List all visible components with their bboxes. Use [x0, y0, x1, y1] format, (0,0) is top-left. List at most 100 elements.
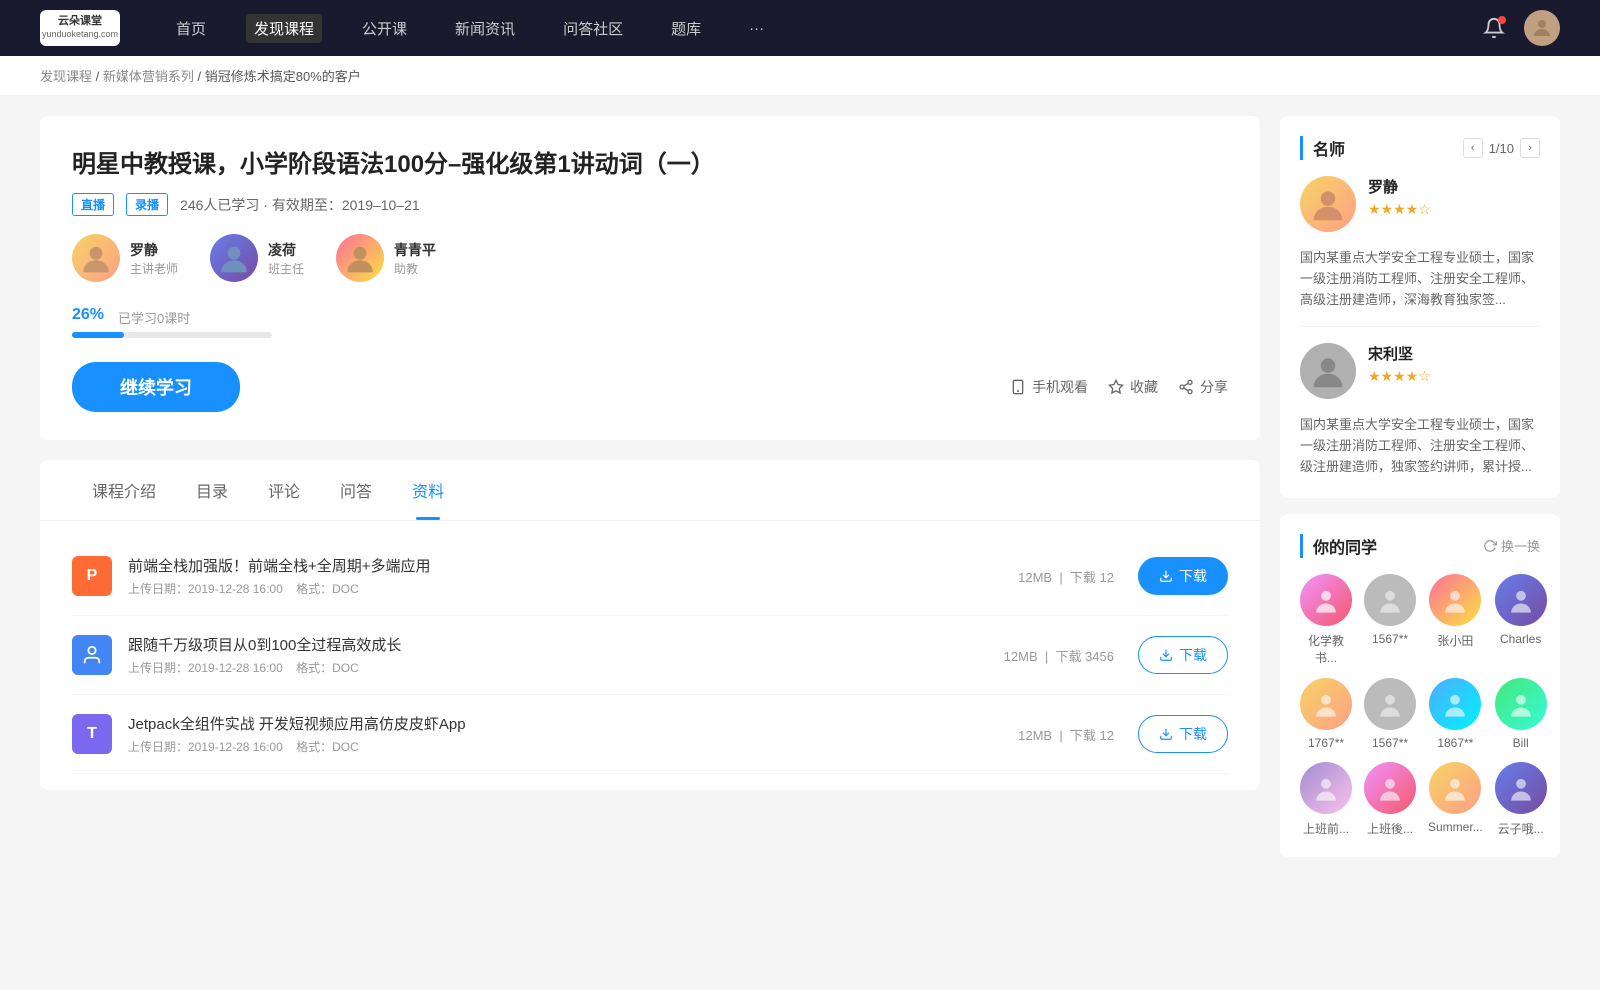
- resource-meta-2: 上传日期：2019-12-28 16:00 格式：DOC: [128, 738, 1018, 755]
- action-links: 手机观看 收藏 分享: [1010, 377, 1228, 397]
- classmate-avatar-2[interactable]: [1429, 574, 1481, 626]
- nav-icons: [1480, 10, 1560, 46]
- teacher-item-0: 罗静 主讲老师: [72, 234, 178, 282]
- pagination-prev[interactable]: ‹: [1463, 138, 1483, 158]
- classmate-1: 1567**: [1364, 574, 1416, 666]
- resource-stats-2: 12MB | 下载 12: [1018, 725, 1114, 744]
- navbar: 云朵课堂yunduoketang.com 首页 发现课程 公开课 新闻资讯 问答…: [0, 0, 1600, 56]
- teacher-name-2: 青青平: [394, 240, 436, 260]
- notification-dot: [1498, 16, 1506, 24]
- classmate-11: 云子哦...: [1495, 762, 1547, 837]
- resource-name-0: 前端全栈加强版！前端全栈+全周期+多端应用: [128, 555, 1018, 576]
- nav-item-more[interactable]: ···: [741, 16, 772, 41]
- collect-link[interactable]: 收藏: [1108, 377, 1158, 397]
- classmate-0: 化学教书...: [1300, 574, 1352, 666]
- progress-bar-fill: [72, 332, 124, 338]
- teacher-role-0: 主讲老师: [130, 260, 178, 277]
- classmate-avatar-11[interactable]: [1495, 762, 1547, 814]
- classmate-name-6: 1867**: [1437, 736, 1473, 750]
- nav-item-problems[interactable]: 题库: [663, 14, 709, 43]
- download-button-1[interactable]: 下载: [1138, 636, 1228, 674]
- tab-resources[interactable]: 资料: [392, 460, 464, 520]
- classmate-name-8: 上班前...: [1303, 820, 1349, 837]
- sidebar-teacher-stars-0: ★★★★☆: [1368, 201, 1431, 218]
- share-label: 分享: [1200, 377, 1228, 397]
- user-avatar-nav[interactable]: [1524, 10, 1560, 46]
- classmate-avatar-8[interactable]: [1300, 762, 1352, 814]
- course-card: 明星中教授课，小学阶段语法100分–强化级第1讲动词（一） 直播 录播 246人…: [40, 116, 1260, 440]
- teachers-pagination: ‹ 1/10 ›: [1463, 138, 1540, 158]
- classmate-3: Charles: [1495, 574, 1547, 666]
- download-button-0[interactable]: 下载: [1138, 557, 1228, 595]
- sidebar-classmates-card: 你的同学 换一换 化学教书...: [1280, 514, 1560, 857]
- classmate-2: 张小田: [1428, 574, 1483, 666]
- classmates-header: 你的同学 换一换: [1300, 534, 1540, 558]
- nav-item-qa[interactable]: 问答社区: [555, 14, 631, 43]
- sidebar-teacher-stars-1: ★★★★☆: [1368, 368, 1431, 385]
- sidebar-teacher-1: 宋利坚 ★★★★☆: [1300, 343, 1540, 399]
- logo-text: 云朵课堂yunduoketang.com: [42, 15, 118, 41]
- classmate-avatar-7[interactable]: [1495, 678, 1547, 730]
- sidebar-teacher-name-0: 罗静: [1368, 176, 1431, 197]
- collect-label: 收藏: [1130, 377, 1158, 397]
- classmate-avatar-0[interactable]: [1300, 574, 1352, 626]
- classmate-avatar-6[interactable]: [1429, 678, 1481, 730]
- sidebar-teachers-card: 名师 ‹ 1/10 › 罗静 ★★★★☆ 国内某重点大学安全工程专业硕士，国家一…: [1280, 116, 1560, 498]
- resource-list: P 前端全栈加强版！前端全栈+全周期+多端应用 上传日期：2019-12-28 …: [40, 521, 1260, 790]
- classmate-name-9: 上班後...: [1367, 820, 1413, 837]
- nav-item-public[interactable]: 公开课: [354, 14, 415, 43]
- sidebar-teacher-0: 罗静 ★★★★☆: [1300, 176, 1540, 232]
- classmate-8: 上班前...: [1300, 762, 1352, 837]
- teacher-role-1: 班主任: [268, 260, 304, 277]
- resource-name-1: 跟随千万级项目从0到100全过程高效成长: [128, 634, 1004, 655]
- breadcrumb-sep: /: [96, 69, 103, 84]
- classmate-5: 1567**: [1364, 678, 1416, 750]
- phone-watch-link[interactable]: 手机观看: [1010, 377, 1088, 397]
- classmate-name-2: 张小田: [1437, 632, 1473, 649]
- continue-button[interactable]: 继续学习: [72, 362, 240, 412]
- classmate-avatar-10[interactable]: [1429, 762, 1481, 814]
- breadcrumb-link-series[interactable]: 新媒体营销系列: [103, 69, 194, 84]
- classmate-avatar-9[interactable]: [1364, 762, 1416, 814]
- logo-box: 云朵课堂yunduoketang.com: [40, 10, 120, 46]
- tab-catalog[interactable]: 目录: [176, 460, 248, 520]
- tab-intro[interactable]: 课程介绍: [72, 460, 176, 520]
- course-title: 明星中教授课，小学阶段语法100分–强化级第1讲动词（一）: [72, 144, 1228, 179]
- classmate-avatar-3[interactable]: [1495, 574, 1547, 626]
- tab-qa[interactable]: 问答: [320, 460, 392, 520]
- pagination-next[interactable]: ›: [1520, 138, 1540, 158]
- main-container: 明星中教授课，小学阶段语法100分–强化级第1讲动词（一） 直播 录播 246人…: [0, 96, 1600, 893]
- classmate-9: 上班後...: [1364, 762, 1416, 837]
- nav-item-news[interactable]: 新闻资讯: [447, 14, 523, 43]
- nav-item-home[interactable]: 首页: [168, 14, 214, 43]
- sidebar-teacher-info-1: 宋利坚 ★★★★☆: [1368, 343, 1431, 385]
- breadcrumb-link-discover[interactable]: 发现课程: [40, 69, 92, 84]
- classmate-name-7: Bill: [1513, 736, 1529, 750]
- breadcrumb-current: 销冠修炼术搞定80%的客户: [205, 69, 361, 84]
- bell-icon[interactable]: [1480, 14, 1508, 42]
- share-link[interactable]: 分享: [1178, 377, 1228, 397]
- classmate-avatar-4[interactable]: [1300, 678, 1352, 730]
- refresh-label: 换一换: [1501, 536, 1540, 555]
- sidebar-teacher-desc-0: 国内某重点大学安全工程专业硕士，国家一级注册消防工程师、注册安全工程师、高级注册…: [1300, 248, 1540, 310]
- sidebar-teacher-avatar-0: [1300, 176, 1356, 232]
- logo-area[interactable]: 云朵课堂yunduoketang.com: [40, 10, 120, 46]
- left-content: 明星中教授课，小学阶段语法100分–强化级第1讲动词（一） 直播 录播 246人…: [40, 116, 1260, 873]
- sidebar-teachers-header: 名师 ‹ 1/10 ›: [1300, 136, 1540, 160]
- classmate-avatar-5[interactable]: [1364, 678, 1416, 730]
- tab-review[interactable]: 评论: [248, 460, 320, 520]
- classmate-avatar-1[interactable]: [1364, 574, 1416, 626]
- resource-item-2: T Jetpack全组件实战 开发短视频应用高仿皮皮虾App 上传日期：2019…: [72, 695, 1228, 774]
- nav-item-discover[interactable]: 发现课程: [246, 14, 322, 43]
- classmates-title: 你的同学: [1300, 534, 1377, 558]
- action-row: 继续学习 手机观看 收藏: [72, 362, 1228, 412]
- teacher-name-1: 凌荷: [268, 240, 304, 260]
- teacher-info-2: 青青平 助教: [394, 240, 436, 277]
- sidebar-teacher-info-0: 罗静 ★★★★☆: [1368, 176, 1431, 218]
- teacher-avatar-2: [336, 234, 384, 282]
- teacher-role-2: 助教: [394, 260, 436, 277]
- badge-record: 录播: [126, 193, 168, 216]
- refresh-button[interactable]: 换一换: [1483, 536, 1540, 555]
- classmates-grid: 化学教书... 1567** 张小田: [1300, 574, 1540, 837]
- download-button-2[interactable]: 下载: [1138, 715, 1228, 753]
